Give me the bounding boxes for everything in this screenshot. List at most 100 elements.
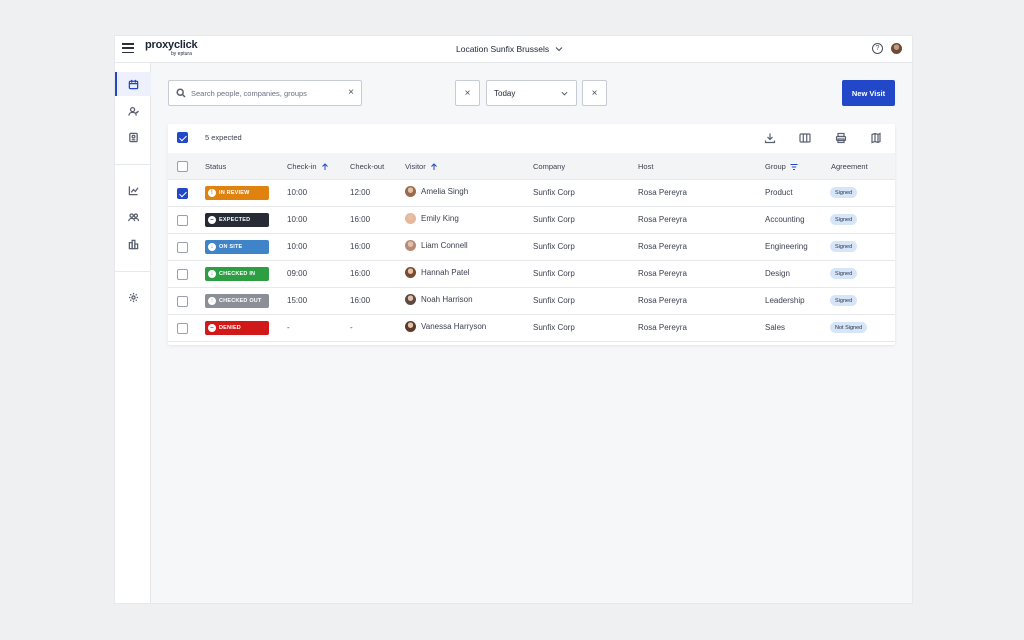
map-icon[interactable] [870, 131, 882, 144]
sidebar-item-users[interactable] [115, 205, 151, 229]
help-icon[interactable]: ? [872, 43, 883, 54]
status-label: CHECKED IN [219, 271, 256, 277]
select-expected-checkbox[interactable] [177, 132, 188, 143]
checkout-time: 16:00 [350, 296, 371, 305]
location-selector[interactable]: Location Sunfix Brussels [456, 44, 563, 54]
search-field[interactable]: × [168, 80, 362, 106]
visitor-cell[interactable]: Vanessa Harryson [405, 321, 486, 332]
status-badge: ! IN REVIEW [205, 186, 269, 200]
column-header-status[interactable]: Status [205, 162, 226, 171]
table-row[interactable]: ↑ CHECKED OUT 15:00 16:00 Noah Harrison Sunfi… [168, 288, 895, 315]
column-header-company[interactable]: Company [533, 162, 565, 171]
visitor-name: Noah Harrison [421, 295, 473, 304]
company-name: Sunfix Corp [533, 242, 575, 251]
select-all-checkbox[interactable] [177, 161, 188, 172]
column-header-group[interactable]: Group [765, 162, 798, 171]
host-name: Rosa Pereyra [638, 188, 687, 197]
sidebar-item-settings[interactable] [115, 285, 151, 309]
status-label: EXPECTED [219, 217, 251, 223]
checkin-time: 15:00 [287, 296, 308, 305]
top-bar: proxyclick by eptura Location Sunfix Bru… [115, 36, 912, 63]
table-row[interactable]: ↓ ON SITE 10:00 16:00 Liam Connell Sunfix Cor… [168, 234, 895, 261]
row-checkbox[interactable] [177, 188, 188, 199]
checkout-time: 16:00 [350, 242, 371, 251]
clear-search-icon[interactable]: × [348, 88, 354, 98]
row-checkbox[interactable] [177, 323, 188, 334]
status-badge: ↓ CHECKED IN [205, 267, 269, 281]
visitor-cell[interactable]: Noah Harrison [405, 294, 473, 305]
table-toolbar: 5 expected [168, 124, 895, 153]
checkout-time: 16:00 [350, 215, 371, 224]
checkout-time: - [350, 323, 353, 332]
status-badge: ↑ CHECKED OUT [205, 294, 269, 308]
status-icon: – [208, 216, 216, 224]
date-select[interactable]: Today [486, 80, 577, 106]
row-checkbox[interactable] [177, 215, 188, 226]
visits-table: 5 expected Status Check-in Check-out Vis… [168, 124, 895, 345]
visitor-cell[interactable]: Liam Connell [405, 240, 468, 251]
agreement-badge: Signed [830, 268, 858, 279]
visitor-avatar [405, 240, 416, 251]
status-label: IN REVIEW [219, 190, 250, 196]
table-row[interactable]: ↓ CHECKED IN 09:00 16:00 Hannah Patel Sunfix … [168, 261, 895, 288]
sidebar-item-analytics[interactable] [115, 178, 151, 202]
search-icon [176, 88, 186, 98]
location-label: Location Sunfix Brussels [456, 44, 550, 54]
row-checkbox[interactable] [177, 242, 188, 253]
sidebar-item-buildings[interactable] [115, 232, 151, 256]
agreement-badge: Signed [830, 241, 858, 252]
chevron-down-icon [561, 91, 568, 96]
sort-up-icon [321, 162, 328, 170]
visitor-avatar [405, 294, 416, 305]
clear-date-button[interactable]: × [582, 80, 607, 106]
user-check-icon [127, 106, 139, 116]
sidebar-item-visits[interactable] [115, 72, 151, 96]
column-header-agreement[interactable]: Agreement [831, 162, 868, 171]
menu-icon[interactable] [122, 43, 134, 54]
agreement-badge: Not Signed [830, 322, 868, 333]
status-badge: – DENIED [205, 321, 269, 335]
group-name: Accounting [765, 215, 805, 224]
visitor-cell[interactable]: Hannah Patel [405, 267, 469, 278]
sidebar-divider [115, 271, 151, 272]
clear-filter-button[interactable]: × [455, 80, 480, 106]
status-badge: – EXPECTED [205, 213, 269, 227]
company-name: Sunfix Corp [533, 296, 575, 305]
agreement-badge: Signed [830, 214, 858, 225]
sidebar-item-badges[interactable] [115, 125, 151, 149]
search-input[interactable] [191, 88, 341, 98]
visitor-avatar [405, 267, 416, 278]
row-checkbox[interactable] [177, 296, 188, 307]
download-icon[interactable] [764, 131, 776, 144]
status-badge: ↓ ON SITE [205, 240, 269, 254]
new-visit-button[interactable]: New Visit [842, 80, 895, 106]
columns-icon[interactable] [799, 131, 811, 143]
table-row[interactable]: – DENIED - - Vanessa Harryson Sunfix Corp Rosa… [168, 315, 895, 342]
expected-count: 5 expected [205, 133, 242, 142]
column-header-host[interactable]: Host [638, 162, 653, 171]
company-name: Sunfix Corp [533, 323, 575, 332]
sidebar-item-visitors[interactable] [115, 99, 151, 123]
visitor-avatar [405, 321, 416, 332]
calendar-icon [128, 79, 138, 89]
sort-up-icon [430, 162, 437, 170]
badge-icon [128, 132, 138, 142]
status-icon: – [208, 324, 216, 332]
avatar[interactable] [891, 43, 902, 54]
checkin-time: 10:00 [287, 188, 308, 197]
table-row[interactable]: ! IN REVIEW 10:00 12:00 Amelia Singh Sunfix C… [168, 180, 895, 207]
print-icon[interactable] [835, 131, 847, 144]
row-checkbox[interactable] [177, 269, 188, 280]
column-header-checkout[interactable]: Check-out [350, 162, 384, 171]
gear-icon [128, 292, 138, 302]
column-header-checkin[interactable]: Check-in [287, 162, 329, 171]
chart-icon [128, 185, 139, 195]
table-row[interactable]: – EXPECTED 10:00 16:00 Emily King Sunfix Corp… [168, 207, 895, 234]
sidebar-divider [115, 164, 151, 165]
visitor-cell[interactable]: Emily King [405, 213, 459, 224]
visitor-cell[interactable]: Amelia Singh [405, 186, 468, 197]
group-name: Engineering [765, 242, 808, 251]
host-name: Rosa Pereyra [638, 323, 687, 332]
agreement-badge: Signed [830, 187, 858, 198]
column-header-visitor[interactable]: Visitor [405, 162, 438, 171]
